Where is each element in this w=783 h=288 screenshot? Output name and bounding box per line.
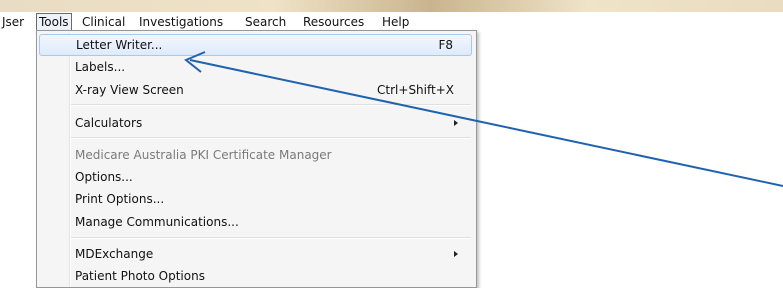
annotation-arrow-icon bbox=[184, 51, 783, 187]
annotation-arrow-shaft bbox=[189, 59, 783, 187]
